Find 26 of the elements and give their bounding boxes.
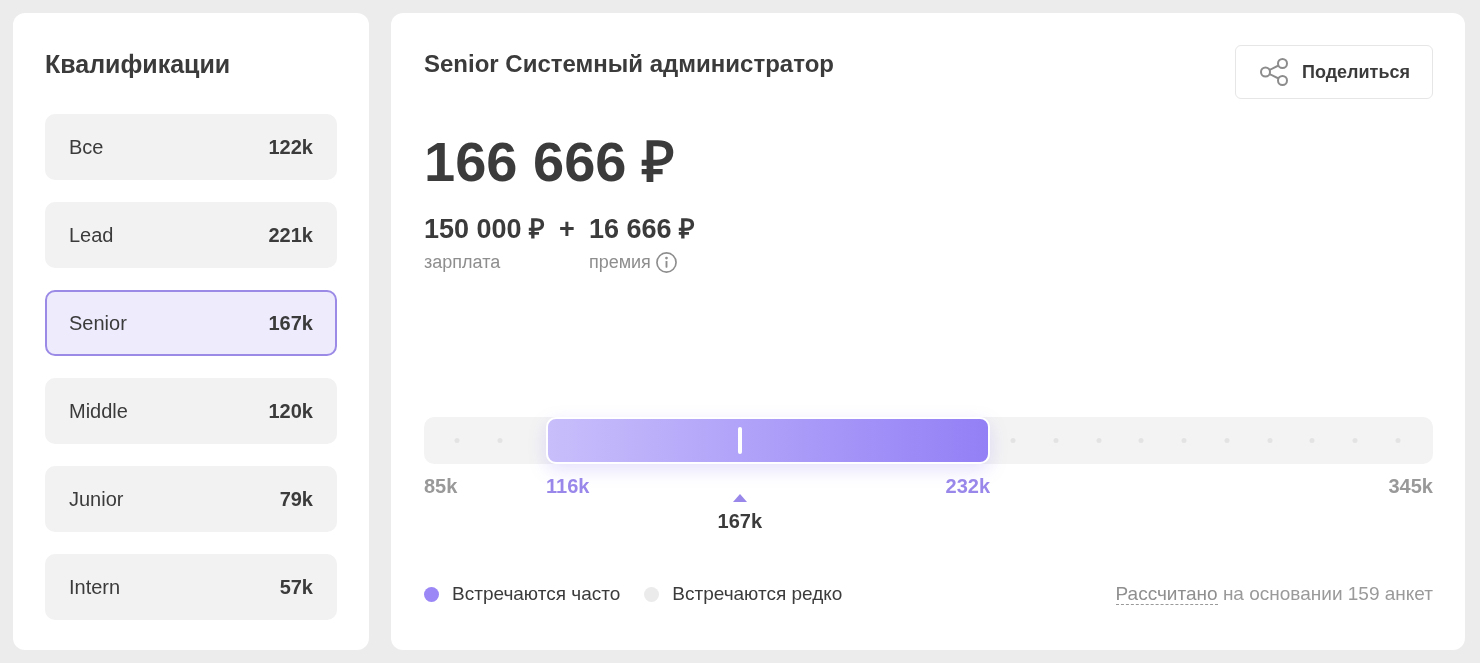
legend-label: Встречаются редко: [672, 582, 843, 606]
salary-caption: зарплата: [424, 251, 501, 274]
range-start-label: 116k: [546, 475, 590, 497]
position-title: Senior Системный администратор: [424, 49, 834, 79]
qualification-item[interactable]: Junior 79k: [45, 466, 337, 532]
qualification-item[interactable]: Все 122k: [45, 114, 337, 180]
range-end-label: 232k: [945, 475, 991, 497]
qualification-item[interactable]: Middle 120k: [45, 378, 337, 444]
info-icon[interactable]: [655, 251, 677, 273]
qualification-item[interactable]: Lead 221k: [45, 202, 337, 268]
bonus-caption: премия: [588, 251, 651, 274]
qualification-item[interactable]: Intern 57k: [45, 554, 337, 620]
pointer-triangle-icon: [732, 494, 747, 502]
share-button[interactable]: Поделиться: [1234, 45, 1433, 99]
salary-amount: 150 000 ₽: [424, 214, 546, 244]
share-icon: [1259, 58, 1288, 86]
scale-min-label: 85k: [424, 475, 458, 497]
total-amount: 166 666 ₽: [424, 133, 675, 191]
qualification-item[interactable]: Senior 167k: [45, 290, 337, 356]
sample-size-note: Рассчитано на основании 159 анкет: [1115, 582, 1433, 606]
plus-sign: +: [559, 214, 575, 244]
bonus-amount: 16 666 ₽: [588, 214, 695, 244]
median-label: 167k: [717, 510, 763, 532]
panel-title: Квалификации: [45, 49, 232, 79]
scale-max-label: 345k: [1388, 475, 1433, 497]
legend-label: Встречаются часто: [452, 582, 621, 606]
